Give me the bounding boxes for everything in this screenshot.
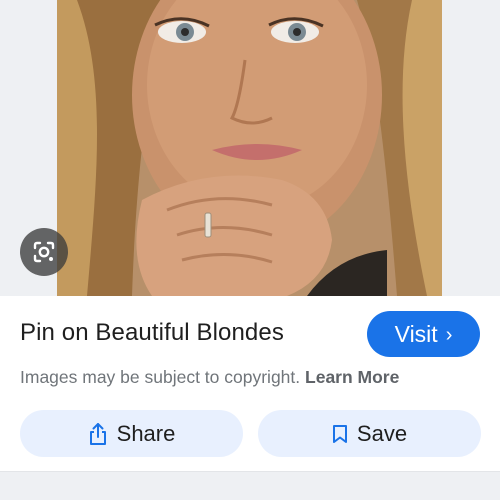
visit-button[interactable]: Visit › [367, 311, 480, 357]
photo-illustration [57, 0, 442, 296]
share-button[interactable]: Share [20, 410, 243, 457]
bottom-divider-strip [0, 471, 500, 500]
save-button[interactable]: Save [258, 410, 481, 457]
bookmark-icon [332, 424, 347, 443]
share-button-label: Share [116, 420, 176, 446]
google-lens-button[interactable] [20, 228, 68, 276]
save-button-label: Save [356, 420, 408, 446]
copyright-notice: Images may be subject to copyright. Lear… [20, 367, 399, 388]
share-icon [89, 422, 106, 445]
preview-photo[interactable] [57, 0, 442, 296]
chevron-right-icon: › [445, 323, 453, 346]
visit-button-label: Visit [394, 320, 438, 347]
image-preview-area [0, 0, 500, 296]
copyright-text: Images may be subject to copyright. [20, 367, 301, 387]
divider-line [0, 471, 500, 472]
result-title[interactable]: Pin on Beautiful Blondes [20, 319, 284, 347]
learn-more-link[interactable]: Learn More [305, 367, 399, 387]
google-lens-icon [33, 241, 55, 263]
